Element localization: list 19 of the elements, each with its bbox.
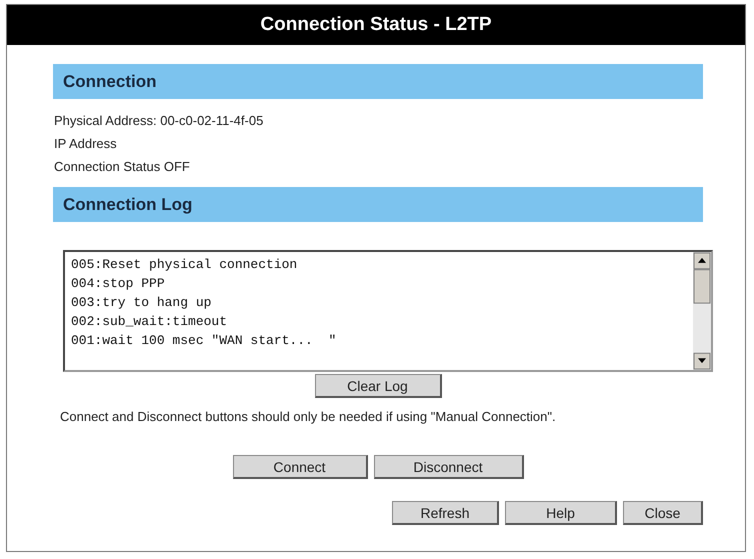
info-text: IP Address	[54, 135, 118, 153]
log-entry: 005:Reset physical connection	[71, 256, 298, 274]
info-text: Physical Address: 00-c0-02-11-4f-05	[54, 112, 264, 130]
footer-button[interactable]: Refresh	[392, 501, 499, 525]
log-entry: 002:sub_wait:timeout	[71, 313, 228, 331]
section-heading: Connection Log	[53, 187, 703, 222]
footer-button[interactable]: Help	[505, 501, 617, 525]
connect-button[interactable]: Connect	[232, 455, 368, 479]
info-text: Connection Status OFF	[54, 158, 191, 176]
section-heading: Connection	[53, 64, 703, 99]
footer-button[interactable]: Close	[623, 501, 703, 525]
clear-log-button[interactable]: Clear Log	[314, 374, 442, 398]
log-entry: 004:stop PPP	[71, 275, 166, 293]
note-text: Connect and Disconnect buttons should only be needed if using "Manual Connection".	[60, 409, 557, 425]
log-entry: 003:try to hang up	[71, 294, 212, 312]
connect-button[interactable]: Disconnect	[374, 455, 524, 479]
scrollbar-drawing[interactable]	[693, 252, 711, 370]
window-title: Connection Status - L2TP	[7, 5, 745, 45]
log-entry: 001:wait 100 msec "WAN start... "	[71, 332, 338, 350]
